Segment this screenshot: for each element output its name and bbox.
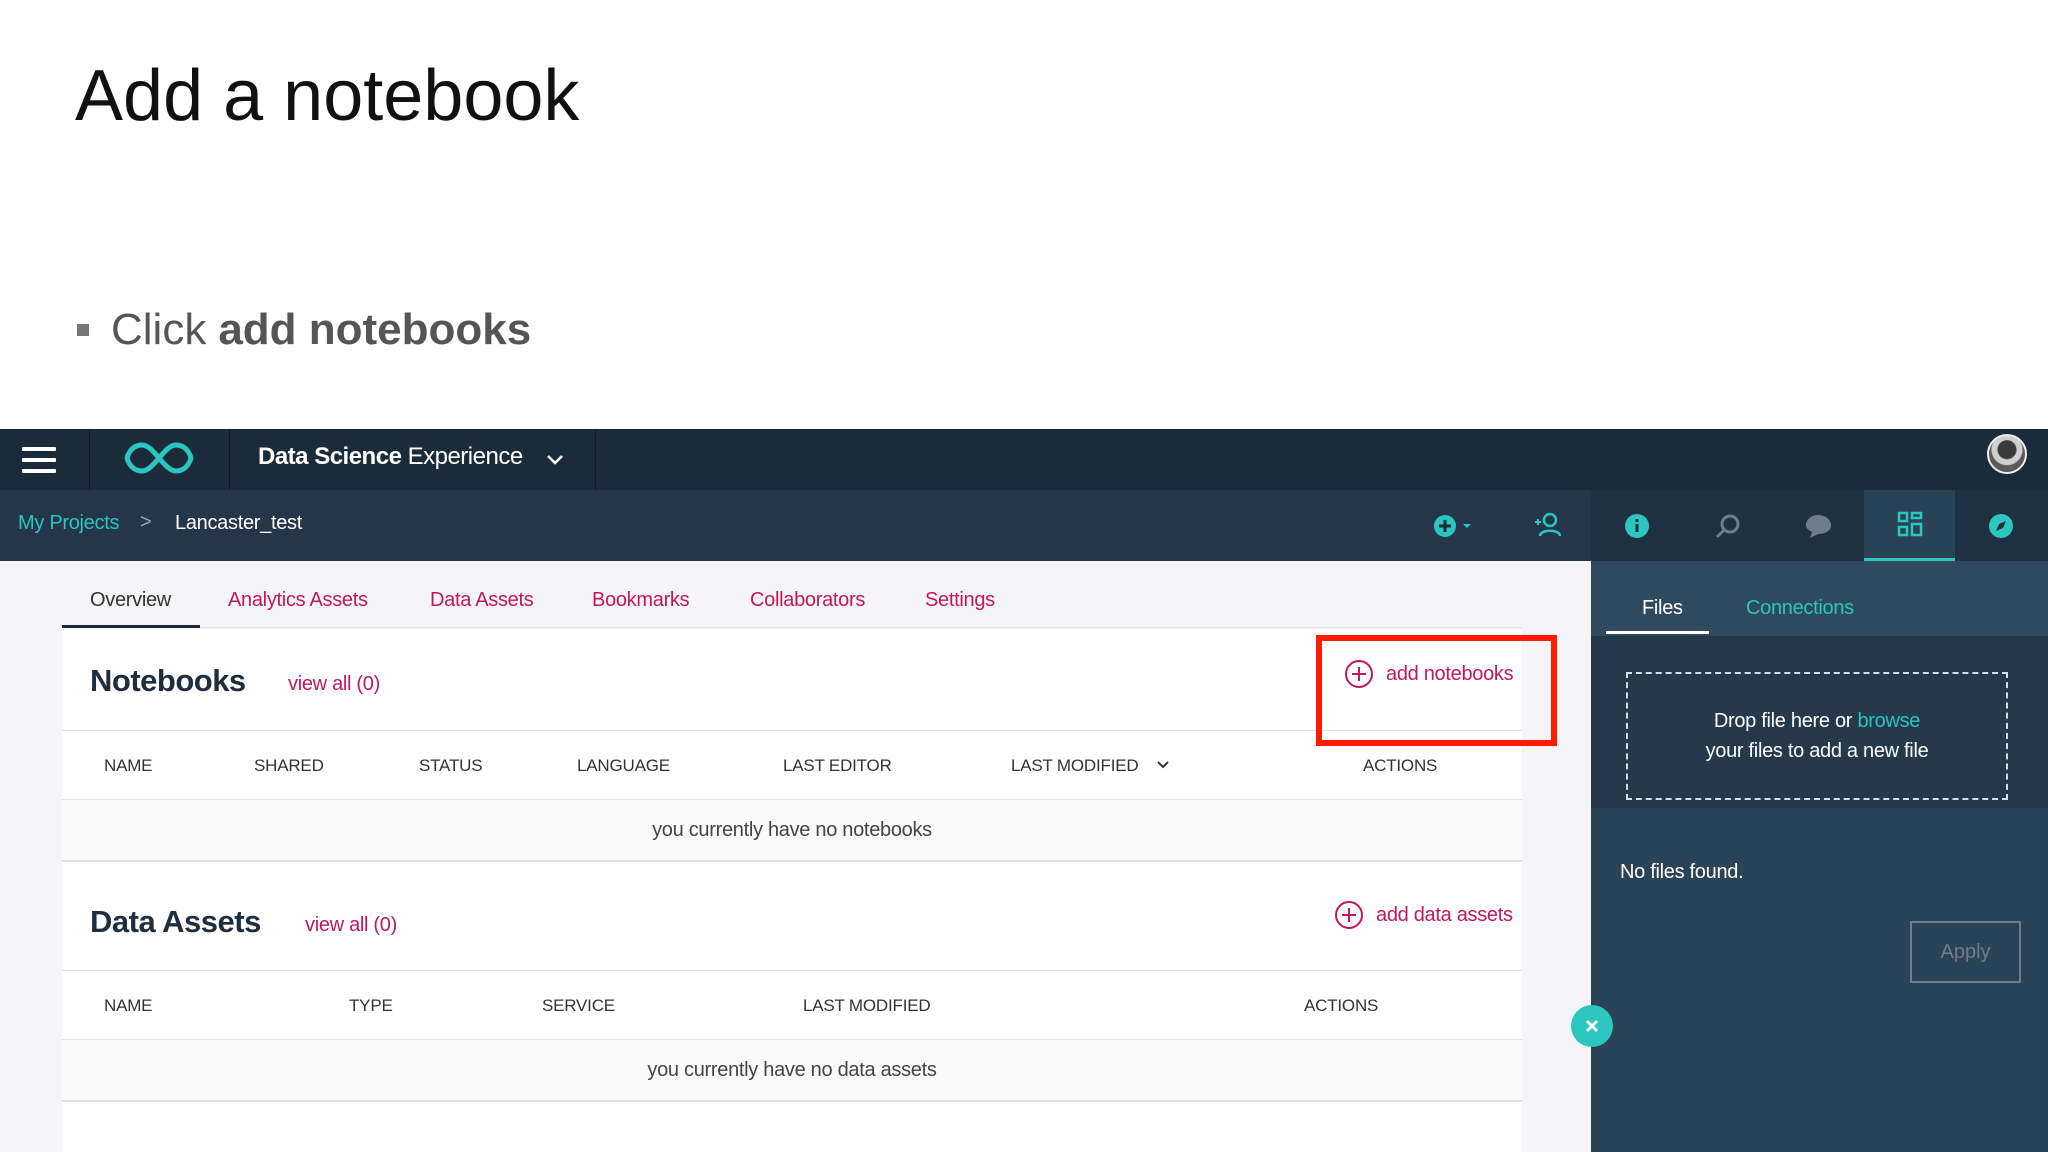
column-header-last-modified[interactable]: LAST MODIFIED [1011, 756, 1171, 776]
data-assets-empty-message: you currently have no data assets [62, 1040, 1522, 1102]
search-tab[interactable] [1682, 490, 1773, 561]
add-notebooks-label: add notebooks [1386, 662, 1514, 685]
breadcrumb-my-projects[interactable]: My Projects [18, 512, 119, 535]
add-data-assets-label: add data assets [1376, 903, 1513, 926]
divider [1591, 636, 2048, 656]
column-header: NAME [104, 756, 153, 775]
file-dropzone[interactable]: Drop file here or browse your files to a… [1626, 672, 2008, 800]
tab-files[interactable]: Files [1642, 597, 1683, 620]
column-header: STATUS [419, 756, 483, 775]
info-icon [1624, 513, 1649, 538]
avatar[interactable] [1987, 434, 2027, 474]
tab-settings[interactable]: Settings [925, 589, 995, 612]
data-assets-view-all-link[interactable]: view all (0) [305, 914, 397, 937]
data-assets-section: Data Assets view all (0) add data assets… [62, 862, 1522, 1152]
right-panel-tool-tabs [1591, 490, 2048, 561]
tab-connections[interactable]: Connections [1746, 597, 1854, 620]
bullet-square-icon [77, 324, 89, 336]
add-collaborator-icon[interactable] [1532, 510, 1562, 540]
tab-overview[interactable]: Overview [90, 589, 171, 612]
divider [595, 429, 596, 490]
column-header: SHARED [254, 756, 324, 775]
instruction-text: Click [111, 305, 207, 354]
infinity-logo[interactable] [124, 439, 194, 477]
notebooks-table-header: NAME SHARED STATUS LANGUAGE LAST EDITOR … [62, 730, 1522, 800]
drop-area: Drop file here or browse your files to a… [1591, 656, 2048, 808]
notebooks-view-all-link[interactable]: view all (0) [288, 673, 380, 696]
compass-icon [1988, 513, 2013, 538]
active-tab-indicator [62, 625, 200, 628]
column-header: LAST MODIFIED [803, 996, 931, 1015]
add-data-assets-button[interactable]: add data assets [1334, 900, 1513, 930]
files-panel-tabs: Files Connections [1591, 561, 2048, 636]
tab-analytics-assets[interactable]: Analytics Assets [228, 589, 368, 612]
column-header: LAST EDITOR [783, 756, 892, 775]
column-header: ACTIONS [1304, 996, 1379, 1015]
data-assets-table-header: NAME TYPE SERVICE LAST MODIFIED ACTIONS [62, 970, 1522, 1040]
add-circle-icon [1335, 901, 1363, 929]
notebooks-empty-message: you currently have no notebooks [62, 800, 1522, 862]
divider [89, 429, 90, 490]
dropzone-text: Drop file here or [1713, 710, 1853, 732]
tab-collaborators[interactable]: Collaborators [750, 589, 865, 612]
comments-tab[interactable] [1773, 490, 1864, 561]
files-panel: Files Connections Drop file here or brow… [1591, 561, 2048, 1152]
notebooks-section: Notebooks view all (0) add notebooks NAM… [62, 629, 1522, 862]
divider [229, 429, 230, 490]
compass-tab[interactable] [1955, 490, 2046, 561]
app-screenshot: Data Science Experience My Projects > La… [0, 429, 2048, 1152]
column-header-label: LAST MODIFIED [1011, 756, 1139, 775]
project-tabs: Overview Analytics Assets Data Assets Bo… [62, 589, 1522, 628]
tab-data-assets[interactable]: Data Assets [430, 589, 534, 612]
apply-button[interactable]: Apply [1910, 921, 2021, 983]
breadcrumb-current-project: Lancaster_test [175, 512, 302, 534]
slide-title: Add a notebook [75, 56, 580, 136]
top-navbar: Data Science Experience [0, 429, 2048, 490]
app-title[interactable]: Data Science Experience [258, 443, 523, 471]
add-notebooks-button[interactable]: add notebooks [1344, 659, 1514, 689]
dropzone-line-1: Drop file here or browse [1713, 706, 1921, 736]
app-title-bold: Data Science [258, 443, 402, 470]
project-header-bar: My Projects > Lancaster_test [0, 490, 2048, 561]
close-icon [1585, 1019, 1599, 1033]
column-header: SERVICE [542, 996, 615, 1015]
column-header: ACTIONS [1363, 756, 1438, 775]
tab-bookmarks[interactable]: Bookmarks [592, 589, 690, 612]
browse-link[interactable]: browse [1857, 710, 1920, 732]
sort-chevron-down-icon [1157, 761, 1169, 769]
info-tab[interactable] [1591, 490, 1682, 561]
data-grid-icon [1897, 511, 1922, 537]
chevron-down-icon[interactable] [544, 449, 566, 471]
app-title-rest: Experience [407, 443, 524, 470]
data-tab[interactable] [1864, 490, 1955, 561]
section-title-data-assets: Data Assets [90, 904, 261, 939]
column-header: TYPE [349, 996, 393, 1015]
column-header: LANGUAGE [577, 756, 670, 775]
no-files-message: No files found. [1620, 861, 1744, 883]
column-header: NAME [104, 996, 153, 1015]
comments-icon [1805, 514, 1831, 538]
add-menu-icon[interactable] [1432, 513, 1474, 539]
search-icon [1715, 514, 1739, 538]
project-main-content: Overview Analytics Assets Data Assets Bo… [0, 561, 1591, 1152]
instruction-bold-text: add notebooks [218, 305, 532, 354]
section-title-notebooks: Notebooks [90, 663, 246, 698]
menu-icon[interactable] [22, 447, 56, 473]
add-circle-icon [1345, 660, 1373, 688]
instruction-bullet: Click add notebooks [77, 305, 531, 355]
dropzone-text-line-2: your files to add a new file [1705, 740, 1929, 762]
active-tab-indicator [1606, 631, 1709, 634]
close-panel-button[interactable] [1571, 1005, 1613, 1047]
breadcrumb-separator: > [140, 511, 152, 533]
